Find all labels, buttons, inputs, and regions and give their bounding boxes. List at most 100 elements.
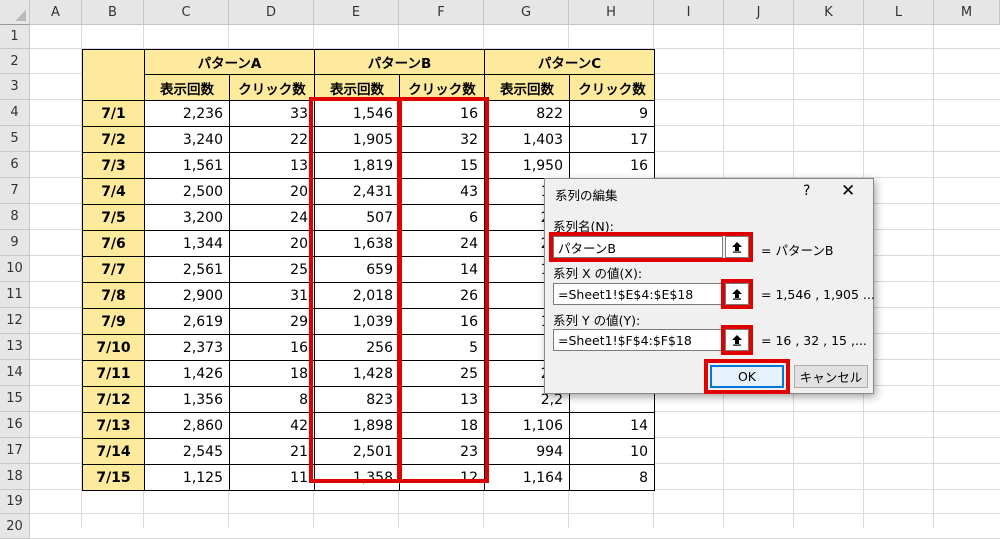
table-cell[interactable]: 2,018 [314, 282, 400, 309]
table-cell[interactable]: 1,546 [314, 100, 400, 127]
subheader[interactable]: クリック数 [569, 74, 655, 101]
table-cell[interactable]: 8 [229, 386, 315, 413]
table-cell[interactable]: 2,545 [144, 438, 230, 465]
table-cell[interactable]: 3,240 [144, 126, 230, 153]
table-cell[interactable]: 1,905 [314, 126, 400, 153]
table-cell[interactable]: 14 [569, 412, 655, 439]
table-cell[interactable]: 32 [399, 126, 485, 153]
row-header-3[interactable]: 3 [0, 74, 30, 100]
table-cell[interactable]: 20 [229, 178, 315, 205]
column-header-h[interactable]: H [569, 0, 654, 25]
column-header-e[interactable]: E [314, 0, 399, 25]
table-cell[interactable]: 33 [229, 100, 315, 127]
table-cell[interactable]: 659 [314, 256, 400, 283]
table-cell[interactable]: 22 [229, 126, 315, 153]
table-cell[interactable]: 2,236 [144, 100, 230, 127]
header-blank[interactable] [82, 49, 145, 101]
group-header[interactable]: パターンB [314, 49, 485, 75]
table-cell[interactable]: 6 [399, 204, 485, 231]
subheader[interactable]: 表示回数 [144, 74, 230, 101]
help-icon[interactable]: ? [803, 183, 810, 199]
table-cell[interactable]: 16 [569, 152, 655, 179]
table-cell[interactable]: 823 [314, 386, 400, 413]
table-cell[interactable]: 2,860 [144, 412, 230, 439]
row-header-4[interactable]: 4 [0, 100, 30, 126]
table-cell[interactable]: 2,373 [144, 334, 230, 361]
table-cell[interactable]: 12 [399, 464, 485, 491]
row-header-15[interactable]: 15 [0, 386, 30, 412]
row-header-13[interactable]: 13 [0, 334, 30, 360]
row-header-19[interactable]: 19 [0, 490, 30, 514]
table-cell[interactable]: 13 [399, 386, 485, 413]
table-cell[interactable]: 2,431 [314, 178, 400, 205]
row-header-5[interactable]: 5 [0, 126, 30, 152]
table-cell[interactable]: 1,125 [144, 464, 230, 491]
table-cell[interactable]: 29 [229, 308, 315, 335]
ok-button[interactable]: OK [710, 365, 784, 388]
column-header-k[interactable]: K [794, 0, 864, 25]
date-cell[interactable]: 7/12 [82, 386, 145, 413]
date-cell[interactable]: 7/11 [82, 360, 145, 387]
table-cell[interactable]: 5 [399, 334, 485, 361]
table-cell[interactable]: 1,819 [314, 152, 400, 179]
table-cell[interactable]: 822 [484, 100, 570, 127]
table-cell[interactable]: 2,619 [144, 308, 230, 335]
table-cell[interactable]: 2,561 [144, 256, 230, 283]
table-cell[interactable]: 25 [399, 360, 485, 387]
table-cell[interactable]: 20 [229, 230, 315, 257]
row-header-9[interactable]: 9 [0, 230, 30, 256]
date-cell[interactable]: 7/3 [82, 152, 145, 179]
group-header[interactable]: パターンA [144, 49, 315, 75]
table-cell[interactable]: 2,501 [314, 438, 400, 465]
table-cell[interactable]: 16 [399, 308, 485, 335]
table-cell[interactable]: 256 [314, 334, 400, 361]
table-cell[interactable]: 1,898 [314, 412, 400, 439]
subheader[interactable]: 表示回数 [484, 74, 570, 101]
table-cell[interactable]: 17 [569, 126, 655, 153]
table-cell[interactable]: 1,403 [484, 126, 570, 153]
table-cell[interactable]: 1,638 [314, 230, 400, 257]
table-cell[interactable]: 16 [229, 334, 315, 361]
table-cell[interactable]: 43 [399, 178, 485, 205]
row-header-10[interactable]: 10 [0, 256, 30, 282]
cancel-button[interactable]: キャンセル [794, 365, 868, 388]
y-values-input[interactable] [553, 329, 723, 351]
subheader[interactable]: クリック数 [229, 74, 315, 101]
table-cell[interactable]: 1,426 [144, 360, 230, 387]
row-header-1[interactable]: 1 [0, 25, 30, 49]
table-cell[interactable]: 14 [399, 256, 485, 283]
date-cell[interactable]: 7/4 [82, 178, 145, 205]
row-header-18[interactable]: 18 [0, 464, 30, 490]
series-name-input[interactable] [553, 236, 723, 258]
row-header-17[interactable]: 17 [0, 438, 30, 464]
row-header-14[interactable]: 14 [0, 360, 30, 386]
table-cell[interactable]: 24 [399, 230, 485, 257]
row-header-12[interactable]: 12 [0, 308, 30, 334]
table-cell[interactable]: 10 [569, 438, 655, 465]
y-values-range-button[interactable] [725, 329, 749, 351]
date-cell[interactable]: 7/2 [82, 126, 145, 153]
date-cell[interactable]: 7/9 [82, 308, 145, 335]
subheader[interactable]: 表示回数 [314, 74, 400, 101]
date-cell[interactable]: 7/10 [82, 334, 145, 361]
table-cell[interactable]: 24 [229, 204, 315, 231]
table-cell[interactable]: 3,200 [144, 204, 230, 231]
close-icon[interactable]: ✕ [841, 181, 855, 201]
date-cell[interactable]: 7/13 [82, 412, 145, 439]
table-cell[interactable]: 1,358 [314, 464, 400, 491]
date-cell[interactable]: 7/1 [82, 100, 145, 127]
column-header-l[interactable]: L [864, 0, 934, 25]
table-cell[interactable]: 31 [229, 282, 315, 309]
table-cell[interactable]: 2,500 [144, 178, 230, 205]
date-cell[interactable]: 7/14 [82, 438, 145, 465]
table-cell[interactable]: 1,039 [314, 308, 400, 335]
table-cell[interactable]: 2,900 [144, 282, 230, 309]
x-values-input[interactable] [553, 283, 723, 305]
group-header[interactable]: パターンC [484, 49, 655, 75]
date-cell[interactable]: 7/5 [82, 204, 145, 231]
table-cell[interactable]: 13 [229, 152, 315, 179]
column-header-a[interactable]: A [30, 0, 82, 25]
subheader[interactable]: クリック数 [399, 74, 485, 101]
date-cell[interactable]: 7/15 [82, 464, 145, 491]
x-values-range-button[interactable] [725, 283, 749, 305]
